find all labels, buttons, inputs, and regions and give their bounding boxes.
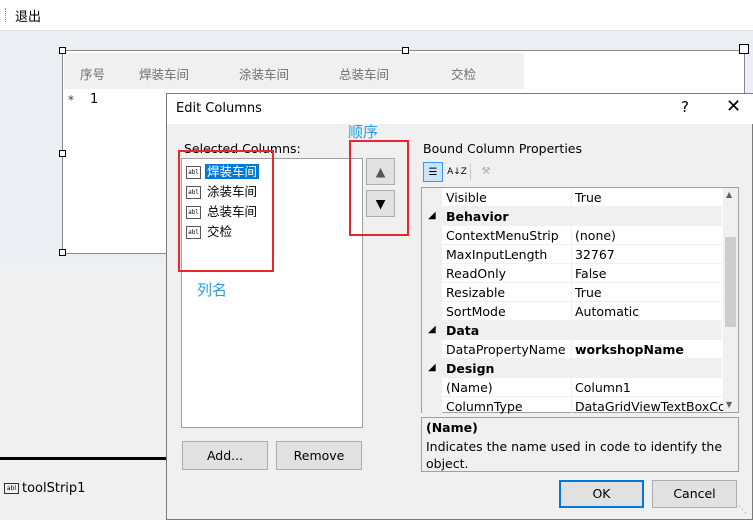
smart-tag-glyph[interactable] [739, 44, 749, 54]
property-value[interactable]: True [575, 190, 602, 205]
add-column-button[interactable]: Add... [182, 441, 268, 470]
row-gutter [422, 226, 442, 245]
collapse-triangle-icon[interactable]: ◢ [428, 210, 436, 221]
row-value[interactable]: 1 [90, 92, 98, 107]
property-row[interactable]: ColumnType DataGridViewTextBoxColu [422, 397, 737, 416]
remove-column-button[interactable]: Remove [276, 441, 362, 470]
menu-strip [0, 0, 753, 31]
resize-grip-icon[interactable]: ⋱ [738, 505, 747, 515]
resize-handle[interactable] [59, 150, 66, 157]
property-category[interactable]: ◢ Data [422, 321, 722, 340]
property-name: MaxInputLength [446, 247, 548, 262]
property-value[interactable]: True [575, 285, 602, 300]
menu-grip [5, 8, 8, 22]
column-divider [571, 397, 572, 416]
row-gutter [422, 264, 442, 283]
tray-divider [0, 457, 170, 460]
header-inspect[interactable]: 交检 [451, 64, 476, 83]
property-name: DataPropertyName [446, 342, 566, 357]
resize-handle[interactable] [59, 249, 66, 256]
datagrid-header: 序号 焊装车间 涂装车间 总装车间 交检 [64, 53, 524, 89]
property-category[interactable]: ◢ Behavior [422, 207, 722, 226]
property-value[interactable]: workshopName [575, 342, 684, 357]
row-gutter [422, 340, 442, 359]
column-divider [571, 302, 572, 321]
property-row[interactable]: ReadOnly False [422, 264, 722, 283]
row-gutter [422, 188, 442, 207]
annotation-box-order [349, 140, 409, 236]
new-row-marker: * [68, 93, 74, 107]
ok-button[interactable]: OK [559, 480, 644, 508]
row-gutter [422, 378, 442, 397]
property-value[interactable]: Automatic [575, 304, 639, 319]
property-row[interactable]: (Name) Column1 [422, 378, 722, 397]
collapse-triangle-icon[interactable]: ◢ [428, 324, 436, 335]
annotation-column-names-label: 列名 [197, 281, 228, 299]
dialog-title: Edit Columns [176, 101, 262, 116]
wrench-icon[interactable]: ⚒ [476, 162, 496, 182]
property-row[interactable]: ContextMenuStrip (none) [422, 226, 722, 245]
close-icon[interactable]: ✕ [726, 96, 741, 117]
property-name: (Name) [446, 380, 493, 395]
property-category[interactable]: ◢ Design [422, 359, 722, 378]
column-divider [571, 245, 572, 264]
property-value[interactable]: False [575, 266, 606, 281]
row-gutter [422, 302, 442, 321]
property-value[interactable]: (none) [575, 228, 616, 243]
scroll-thumb[interactable] [725, 237, 736, 327]
description-title: (Name) [426, 420, 478, 435]
header-paint[interactable]: 涂装车间 [239, 64, 289, 83]
category-name: Behavior [446, 209, 509, 224]
property-name: ReadOnly [446, 266, 507, 281]
menu-exit-item[interactable]: 退出 [15, 6, 41, 25]
bound-properties-label: Bound Column Properties [423, 141, 582, 156]
header-assembly[interactable]: 总装车间 [339, 64, 389, 83]
column-divider [571, 188, 572, 207]
cancel-button[interactable]: Cancel [652, 480, 737, 508]
categorized-icon[interactable]: ☰ [423, 162, 443, 182]
column-divider [571, 378, 572, 397]
column-divider [571, 283, 572, 302]
property-name: ContextMenuStrip [446, 228, 559, 243]
property-row[interactable]: Visible True [422, 188, 722, 207]
property-value[interactable]: 32767 [575, 247, 615, 262]
category-name: Design [446, 361, 495, 376]
annotation-order-label: 顺序 [348, 123, 379, 141]
scroll-down-icon[interactable]: ▼ [726, 400, 732, 409]
annotation-box-columns [178, 150, 274, 272]
row-gutter [422, 245, 442, 264]
property-row[interactable]: SortMode Automatic [422, 302, 722, 321]
scroll-up-icon[interactable]: ▲ [726, 190, 732, 199]
row-gutter [422, 397, 442, 416]
property-row[interactable]: Resizable True [422, 283, 722, 302]
column-divider [571, 264, 572, 283]
row-gutter [422, 283, 442, 302]
toolbar-separator [470, 164, 471, 180]
property-value[interactable]: DataGridViewTextBoxColu [575, 399, 737, 414]
property-name: Visible [446, 190, 487, 205]
property-row[interactable]: MaxInputLength 32767 [422, 245, 722, 264]
category-name: Data [446, 323, 480, 338]
property-value[interactable]: Column1 [575, 380, 631, 395]
property-name: ColumnType [446, 399, 523, 414]
collapse-triangle-icon[interactable]: ◢ [428, 362, 436, 373]
column-divider [571, 226, 572, 245]
description-text: Indicates the name used in code to ident… [426, 439, 723, 471]
alphabetical-icon[interactable]: A↓Z [447, 162, 467, 182]
toolstrip-icon: abl [4, 483, 19, 494]
property-row[interactable]: DataPropertyName workshopName [422, 340, 722, 359]
help-button[interactable]: ? [681, 98, 689, 116]
resize-handle[interactable] [402, 47, 409, 54]
toolstrip-component[interactable]: abl toolStrip1 [4, 481, 85, 496]
header-seq[interactable]: 序号 [80, 64, 105, 83]
toolstrip-label: toolStrip1 [22, 481, 86, 496]
property-name: Resizable [446, 285, 506, 300]
resize-handle[interactable] [59, 47, 66, 54]
property-name: SortMode [446, 304, 506, 319]
column-divider [571, 340, 572, 359]
header-weld[interactable]: 焊装车间 [139, 64, 189, 83]
